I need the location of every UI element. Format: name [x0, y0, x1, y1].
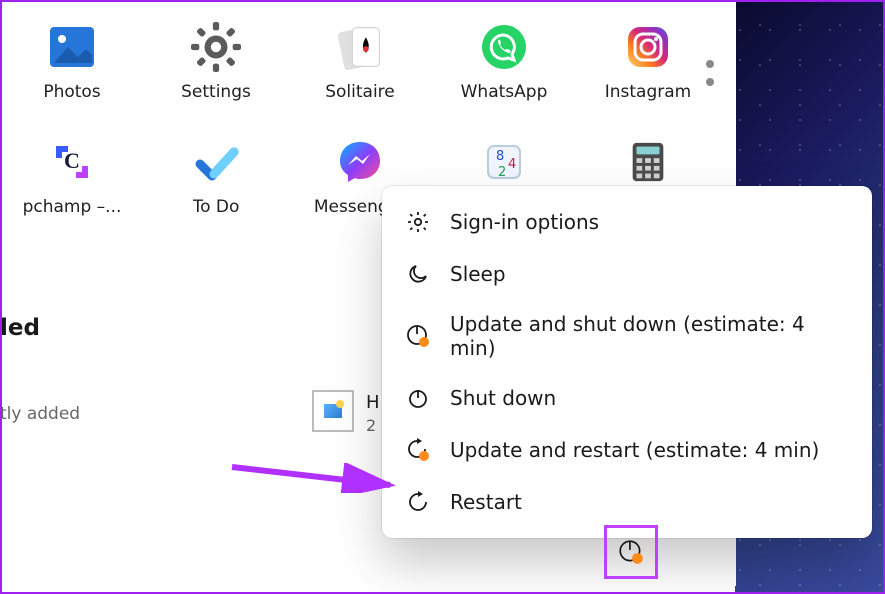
app-solitaire[interactable]: Solitaire	[288, 10, 432, 125]
app-label: Solitaire	[325, 82, 395, 102]
more-apps-button[interactable]	[706, 60, 714, 86]
app-label: Settings	[181, 82, 251, 102]
shutdown-item[interactable]: Shut down	[382, 372, 872, 424]
power-options-menu: Sign-in options Sleep Update and shut do…	[382, 186, 872, 538]
svg-text:2: 2	[498, 165, 506, 180]
app-whatsapp[interactable]: WhatsApp	[432, 10, 576, 125]
app-label: Instagram	[605, 82, 692, 102]
recent-file-thumbnail[interactable]	[312, 390, 354, 432]
update-shutdown-item[interactable]: Update and shut down (estimate: 4 min)	[382, 300, 872, 372]
signin-options-item[interactable]: Sign-in options	[382, 196, 872, 248]
menu-label: Update and shut down (estimate: 4 min)	[450, 312, 850, 360]
settings-icon	[191, 22, 241, 72]
app-settings[interactable]: Settings	[144, 10, 288, 125]
recent-item[interactable]: tly added	[0, 380, 80, 424]
svg-text:8: 8	[496, 149, 504, 164]
svg-text:C: C	[64, 148, 80, 173]
power-update-icon	[404, 322, 432, 350]
menu-label: Sleep	[450, 262, 506, 286]
solitaire-icon	[335, 22, 385, 72]
restart-update-icon	[404, 436, 432, 464]
sleep-item[interactable]: Sleep	[382, 248, 872, 300]
recent-file-initial: H	[366, 392, 380, 413]
power-icon	[404, 384, 432, 412]
app-label: To Do	[193, 197, 240, 217]
clipchamp-icon: C	[47, 137, 97, 187]
photos-icon	[47, 22, 97, 72]
app-label: Photos	[43, 82, 100, 102]
snip-icon: 842	[479, 137, 529, 187]
restart-item[interactable]: Restart	[382, 476, 872, 528]
app-label: WhatsApp	[461, 82, 548, 102]
app-label: pchamp –...	[23, 197, 122, 217]
app-todo[interactable]: To Do	[144, 125, 288, 240]
restart-icon	[404, 488, 432, 516]
moon-icon	[404, 260, 432, 288]
power-button[interactable]	[604, 525, 658, 579]
menu-label: Shut down	[450, 386, 556, 410]
svg-text:4: 4	[508, 157, 516, 172]
menu-label: Sign-in options	[450, 210, 599, 234]
app-photos[interactable]: Photos	[0, 10, 144, 125]
app-instagram[interactable]: Instagram	[576, 10, 720, 125]
todo-icon	[191, 137, 241, 187]
menu-label: Update and restart (estimate: 4 min)	[450, 438, 819, 462]
update-restart-item[interactable]: Update and restart (estimate: 4 min)	[382, 424, 872, 476]
gear-icon	[404, 208, 432, 236]
calculator-icon	[623, 137, 673, 187]
app-clipchamp[interactable]: C pchamp –...	[0, 125, 144, 240]
menu-label: Restart	[450, 490, 522, 514]
recent-subtitle: tly added	[0, 404, 80, 424]
messenger-icon	[335, 137, 385, 187]
recommended-heading: led	[0, 315, 40, 341]
whatsapp-icon	[479, 22, 529, 72]
recent-file-line2: 2	[366, 416, 376, 435]
instagram-icon	[623, 22, 673, 72]
